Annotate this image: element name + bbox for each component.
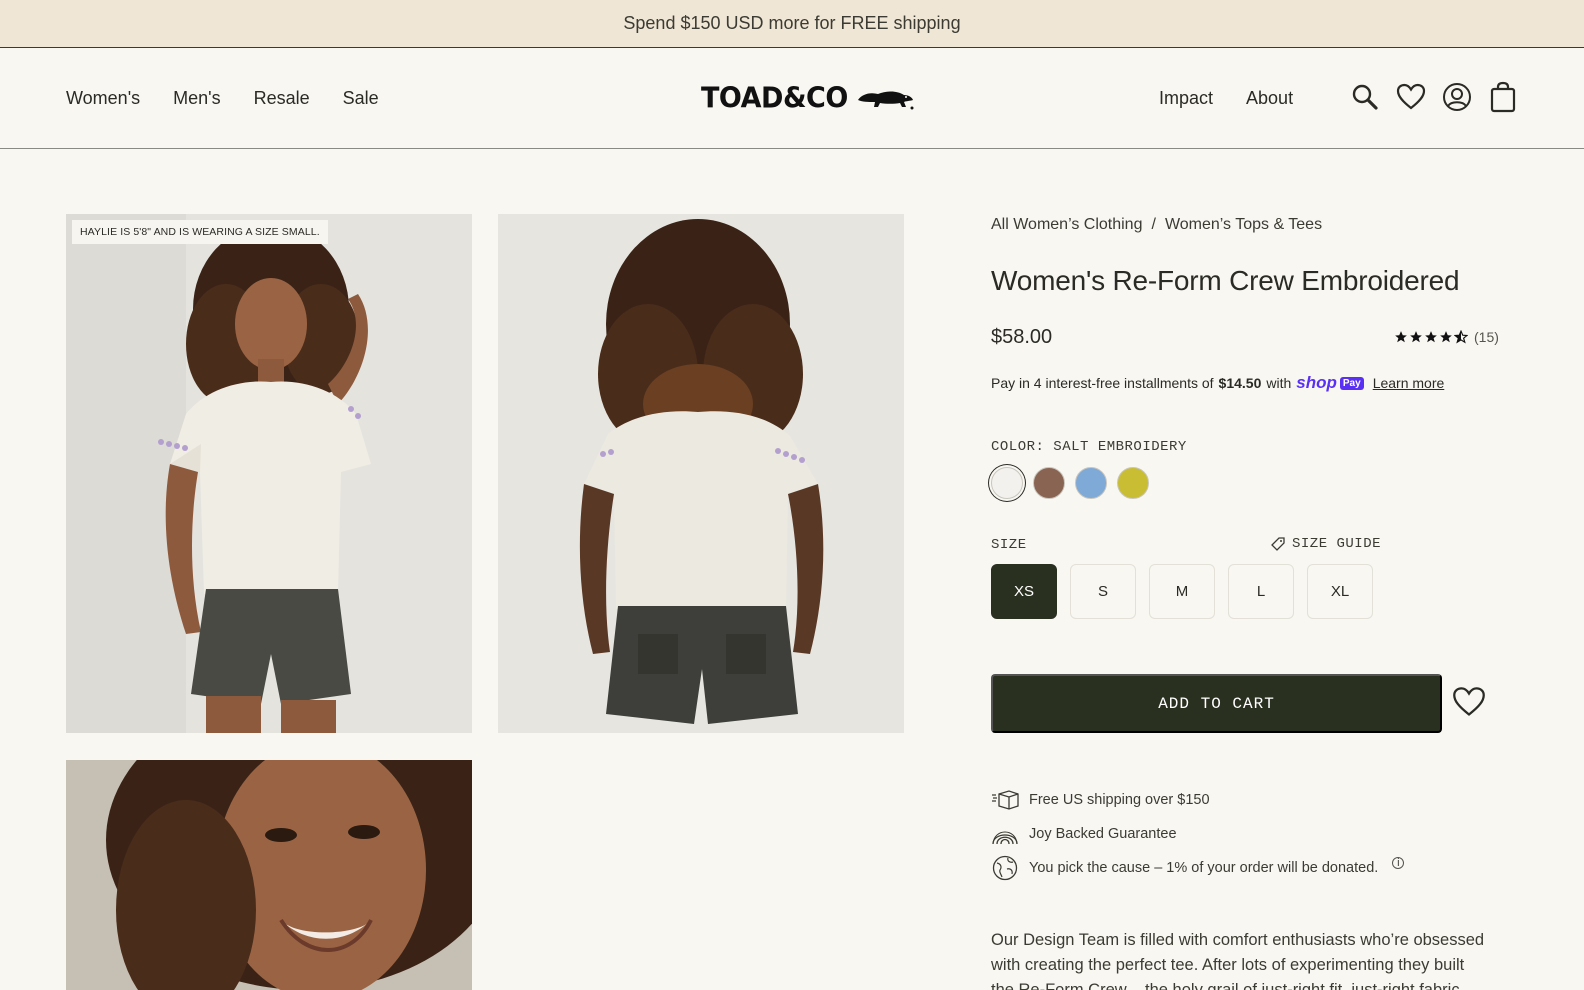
secondary-nav: Impact About — [1159, 48, 1293, 149]
primary-nav: Women's Men's Resale Sale — [66, 48, 379, 149]
color-label: COLOR: SALT EMBROIDERY — [991, 439, 1187, 455]
product-rating[interactable]: (15) — [1394, 329, 1499, 345]
shop-pay-installments: Pay in 4 interest-free installments of $… — [991, 373, 1444, 393]
perk-text: Joy Backed Guarantee — [1029, 826, 1177, 842]
product-photo-back[interactable] — [498, 214, 904, 733]
product-perks: Free US shipping over $150 Joy Backed Gu… — [991, 788, 1405, 881]
size-guide-label: SIZE GUIDE — [1292, 536, 1382, 552]
breadcrumb-link-all-womens[interactable]: All Women’s Clothing — [991, 216, 1142, 234]
wishlist-heart-icon[interactable] — [1452, 686, 1486, 718]
pay-badge: Pay — [1339, 376, 1364, 390]
star-icon — [1410, 331, 1422, 343]
product-photo-closeup[interactable] — [66, 760, 472, 990]
product-price: $58.00 — [991, 326, 1053, 348]
swatch-blue[interactable] — [1075, 467, 1107, 499]
search-icon[interactable] — [1350, 80, 1380, 114]
product-title: Women's Re-Form Crew Embroidered — [991, 265, 1460, 296]
installment-amount: $14.50 — [1218, 375, 1262, 391]
star-icon — [1440, 331, 1452, 343]
size-button-m[interactable]: M — [1149, 564, 1215, 619]
color-swatches — [991, 467, 1149, 499]
perk-free-shipping: Free US shipping over $150 — [991, 788, 1404, 812]
brand-logo[interactable]: TOAD&CO — [701, 82, 914, 114]
globe-icon — [991, 855, 1019, 881]
size-options: XS S M L XL — [991, 564, 1373, 619]
account-icon[interactable] — [1442, 80, 1472, 114]
nav-link-impact[interactable]: Impact — [1159, 88, 1213, 109]
perk-text: You pick the cause – 1% of your order wi… — [1029, 860, 1379, 876]
size-button-l[interactable]: L — [1228, 564, 1294, 619]
learn-more-link[interactable]: Learn more — [1373, 375, 1445, 391]
heart-icon[interactable] — [1396, 80, 1426, 114]
nav-link-womens[interactable]: Women's — [66, 88, 140, 109]
nav-link-resale[interactable]: Resale — [254, 88, 310, 109]
star-icon — [1395, 331, 1407, 343]
nav-link-sale[interactable]: Sale — [343, 88, 379, 109]
half-star-icon — [1454, 330, 1468, 344]
shop-pay-logo: shop Pay — [1296, 373, 1364, 393]
ruler-tag-icon — [1271, 537, 1285, 551]
perk-joy-guarantee: Joy Backed Guarantee — [991, 822, 1404, 846]
perk-text: Free US shipping over $150 — [1029, 792, 1210, 808]
size-label: SIZE — [991, 537, 1027, 553]
toad-logo-icon — [857, 91, 914, 110]
size-guide-link[interactable]: SIZE GUIDE — [1270, 536, 1381, 552]
star-icon — [1425, 331, 1437, 343]
swatch-yellow[interactable] — [1117, 467, 1149, 499]
breadcrumb-link-tops-tees[interactable]: Women’s Tops & Tees — [1165, 216, 1322, 234]
shop-wordmark: shop — [1296, 373, 1337, 392]
cart-bag-icon[interactable] — [1488, 80, 1518, 114]
shop-pay-prefix: Pay in 4 interest-free installments of — [991, 375, 1214, 391]
info-icon[interactable]: i — [1392, 857, 1405, 869]
rating-stars — [1394, 330, 1468, 344]
size-button-xl[interactable]: XL — [1307, 564, 1373, 619]
logo-wordmark: TOAD&CO — [701, 81, 848, 115]
model-size-note: HAYLIE IS 5'8" AND IS WEARING A SIZE SMA… — [72, 220, 328, 244]
shipping-box-icon — [991, 788, 1019, 812]
size-button-s[interactable]: S — [1070, 564, 1136, 619]
site-header: Women's Men's Resale Sale TOAD&CO Impact… — [0, 48, 1584, 149]
rainbow-icon — [991, 822, 1019, 846]
shop-pay-suffix: with — [1266, 375, 1292, 391]
review-count: (15) — [1474, 329, 1499, 345]
breadcrumb-separator: / — [1151, 216, 1156, 233]
nav-link-mens[interactable]: Men's — [173, 88, 220, 109]
swatch-brown[interactable] — [1033, 467, 1065, 499]
header-actions — [1350, 80, 1518, 114]
product-description: Our Design Team is filled with comfort e… — [991, 931, 1485, 990]
breadcrumb: All Women’s Clothing / Women’s Tops & Te… — [991, 216, 1322, 234]
perk-donation: You pick the cause – 1% of your order wi… — [991, 855, 1405, 881]
announcement-bar: Spend $150 USD more for FREE shipping — [0, 0, 1584, 48]
swatch-salt-embroidery[interactable] — [991, 467, 1023, 499]
product-photo-front[interactable] — [66, 214, 472, 733]
add-to-cart-button[interactable]: ADD TO CART — [991, 674, 1442, 733]
size-button-xs[interactable]: XS — [991, 564, 1057, 619]
announcement-text: Spend $150 USD more for FREE shipping — [623, 13, 961, 33]
nav-link-about[interactable]: About — [1246, 88, 1293, 109]
